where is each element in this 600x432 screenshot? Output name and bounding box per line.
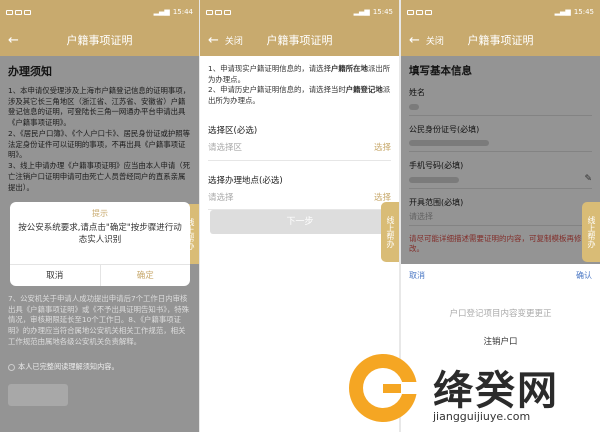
status-bar: ▂▄▆ 15:45	[200, 0, 399, 24]
status-icons	[206, 9, 231, 15]
signal-icon: ▂▄▆	[153, 8, 170, 16]
nav-header: ← 关闭 户籍事项证明	[200, 24, 399, 56]
nav-header: ← 关闭 户籍事项证明	[401, 24, 600, 56]
district-label: 选择区(必选)	[208, 125, 258, 136]
watermark-url: jiangguijiuye.com	[433, 410, 531, 423]
clock: 15:44	[172, 8, 193, 16]
close-link[interactable]: 关闭	[225, 34, 243, 47]
modal-overlay	[401, 56, 600, 264]
status-icons	[407, 9, 432, 15]
status-bar: ▂▄▆ 15:45	[401, 0, 600, 24]
back-arrow-icon[interactable]: ←	[208, 33, 219, 48]
back-arrow-icon[interactable]: ←	[409, 33, 420, 48]
notice-lower: 7、公安机关于申请人成功提出申请后7个工作日内审核出具《户籍事项证明》或《不予出…	[8, 294, 190, 346]
agree-label: 本人已完整阅读理解须知内容。	[18, 362, 119, 371]
district-select[interactable]: 请选择区 选择	[208, 137, 391, 161]
picker-cancel-button[interactable]: 取消	[409, 270, 425, 281]
office-select[interactable]: 请选择 选择	[208, 187, 391, 211]
instruction-item: 2、申请历史户籍证明信息的，请选择当时户籍登记地派出所为办理点。	[208, 85, 391, 106]
office-label: 选择办理地点(必选)	[208, 175, 283, 186]
next-button[interactable]: 下一步	[210, 210, 390, 234]
dialog-message: 按公安系统要求,请点击"确定"按步骤进行动态实人识别	[18, 223, 182, 245]
picker-option[interactable]: 户口登记项目内容变更更正	[401, 299, 600, 327]
district-placeholder: 请选择区	[208, 143, 243, 154]
picker-confirm-button[interactable]: 确认	[576, 270, 592, 281]
online-help-tab[interactable]: 线上帮办	[582, 202, 600, 262]
clock: 15:45	[573, 8, 594, 16]
alert-dialog: 提示 按公安系统要求,请点击"确定"按步骤进行动态实人识别 取消 确定	[10, 202, 190, 286]
clock: 15:45	[372, 8, 393, 16]
dialog-confirm-button[interactable]: 确定	[101, 265, 191, 286]
page-title: 户籍事项证明	[66, 34, 133, 47]
instruction-item: 1、申请现实户籍证明信息的，请选择户籍所在地派出所为办理点。	[208, 64, 391, 84]
watermark-title: 绛癸网	[433, 368, 559, 414]
status-icons	[6, 9, 31, 15]
back-arrow-icon[interactable]: ←	[8, 33, 19, 48]
office-form: 1、申请现实户籍证明信息的，请选择户籍所在地派出所为办理点。 2、申请历史户籍证…	[200, 56, 399, 218]
dialog-cancel-button[interactable]: 取消	[10, 265, 101, 286]
site-watermark: 绛癸网 jiangguijiuye.com	[345, 350, 600, 432]
nav-header: ← 户籍事项证明	[0, 24, 199, 56]
agree-checkbox[interactable]: 本人已完整阅读理解须知内容。	[8, 362, 119, 372]
radio-icon	[8, 363, 15, 371]
online-help-tab[interactable]: 线上帮办	[381, 202, 399, 262]
select-link[interactable]: 选择	[374, 142, 391, 154]
screen-notice: ▂▄▆ 15:44 ← 户籍事项证明 办理须知 1、本申请仅受理涉及上海市户籍登记…	[0, 0, 199, 432]
signal-icon: ▂▄▆	[554, 8, 571, 16]
signal-icon: ▂▄▆	[353, 8, 370, 16]
watermark-logo-icon	[349, 354, 419, 422]
dialog-title: 提示	[92, 209, 108, 218]
disabled-button	[8, 384, 68, 406]
office-placeholder: 请选择	[208, 192, 234, 203]
status-bar: ▂▄▆ 15:44	[0, 0, 199, 24]
close-link[interactable]: 关闭	[426, 34, 444, 47]
